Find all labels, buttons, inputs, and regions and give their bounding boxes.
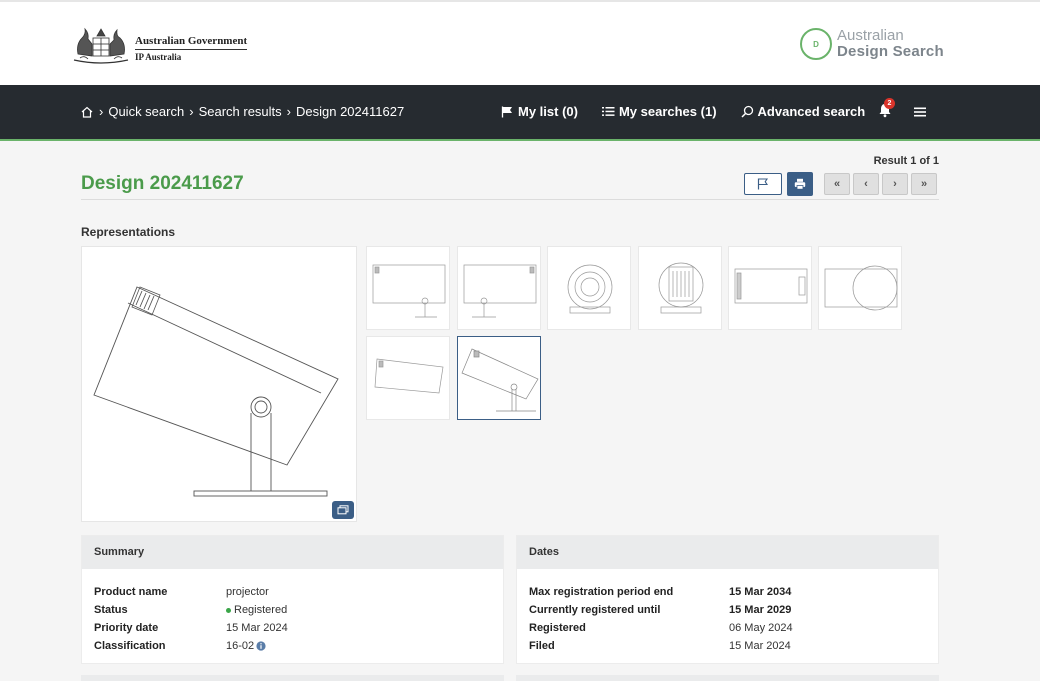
dates-row: Filed 15 Mar 2024 — [529, 637, 926, 655]
thumbnail-selected[interactable] — [457, 336, 541, 420]
flag-icon — [501, 106, 512, 117]
dates-key: Registered — [529, 622, 586, 634]
last-result-button[interactable]: » — [911, 173, 937, 195]
list-icon — [601, 107, 615, 116]
add-to-list-button[interactable] — [744, 173, 782, 195]
next-panel-right — [516, 675, 939, 681]
dates-panel: Dates Max registration period end 15 Mar… — [516, 535, 939, 664]
ads-logo-line2: Design Search — [837, 43, 944, 60]
gallery-icon — [337, 505, 349, 515]
dates-value: 06 May 2024 — [729, 622, 793, 634]
thumbnail[interactable] — [457, 246, 541, 330]
summary-panel: Summary Product name projector Status Re… — [81, 535, 504, 664]
my-list-label: My list (0) — [518, 104, 578, 119]
breadcrumb-separator: › — [286, 104, 291, 119]
title-divider — [81, 199, 939, 200]
thumbnail-image — [374, 358, 444, 394]
result-pager: « ‹ › » — [824, 173, 940, 195]
gov-line2: IP Australia — [135, 52, 182, 62]
main-representation-image[interactable] — [81, 246, 357, 522]
dates-row: Currently registered until 15 Mar 2029 — [529, 601, 926, 619]
summary-row: Classification 16-02 — [94, 637, 491, 655]
dates-key: Currently registered until — [529, 604, 661, 616]
printer-icon — [794, 178, 806, 190]
nav-bar: › Quick search › Search results › Design… — [0, 85, 1040, 141]
thumbnail-image — [734, 268, 808, 304]
hamburger-menu-icon[interactable] — [914, 106, 926, 118]
advanced-search-link[interactable]: Advanced search — [741, 104, 866, 119]
dates-value: 15 Mar 2029 — [729, 604, 792, 616]
coat-of-arms-icon — [73, 27, 129, 64]
gallery-view-button[interactable] — [332, 501, 354, 519]
projector-drawing — [93, 286, 339, 497]
breadcrumb-separator: › — [99, 104, 104, 119]
result-count: Result 1 of 1 — [873, 155, 939, 167]
dates-value: 15 Mar 2024 — [729, 640, 791, 652]
my-list-link[interactable]: My list (0) — [501, 104, 578, 119]
my-searches-label: My searches (1) — [618, 104, 717, 119]
government-wordmark[interactable]: Australian Government IP Australia — [135, 35, 248, 62]
dates-value: 15 Mar 2034 — [729, 586, 792, 598]
thumbnail-image — [824, 265, 898, 311]
summary-key: Product name — [94, 586, 168, 598]
notifications-button[interactable]: 2 — [878, 98, 895, 120]
summary-key: Classification — [94, 640, 166, 652]
nav-links: My list (0) My searches (1) Advanced sea… — [501, 104, 889, 119]
thumbnail[interactable] — [366, 336, 450, 420]
dates-key: Max registration period end — [529, 586, 674, 598]
first-result-button[interactable]: « — [824, 173, 850, 195]
thumbnail-image — [658, 262, 704, 314]
summary-value: 15 Mar 2024 — [226, 622, 288, 634]
thumbnail-image — [372, 264, 446, 318]
thumbnail-image — [463, 264, 537, 318]
summary-heading: Summary — [82, 536, 503, 569]
ads-logo[interactable]: D Australian Design Search — [800, 28, 944, 60]
my-searches-link[interactable]: My searches (1) — [601, 104, 717, 119]
ads-logo-line1: Australian — [837, 27, 904, 44]
breadcrumb-search-results[interactable]: Search results — [199, 104, 282, 119]
summary-key: Priority date — [94, 622, 159, 634]
dates-key: Filed — [529, 640, 555, 652]
summary-row: Product name projector — [94, 583, 491, 601]
previous-result-button[interactable]: ‹ — [853, 173, 879, 195]
dates-row: Max registration period end 15 Mar 2034 — [529, 583, 926, 601]
summary-row: Priority date 15 Mar 2024 — [94, 619, 491, 637]
thumbnail-image — [461, 348, 539, 412]
breadcrumb-current: Design 202411627 — [296, 104, 405, 119]
search-icon — [741, 105, 753, 118]
classification-value: 16-02 — [226, 640, 255, 652]
breadcrumb: › Quick search › Search results › Design… — [80, 104, 404, 119]
gov-line1: Australian Government — [135, 35, 248, 50]
breadcrumb-quick-search[interactable]: Quick search — [108, 104, 184, 119]
next-panel-left — [81, 675, 504, 681]
summary-value: projector — [226, 586, 269, 598]
thumbnail[interactable] — [366, 246, 450, 330]
thumbnail[interactable] — [638, 246, 722, 330]
flag-outline-icon — [757, 178, 769, 190]
breadcrumb-separator: › — [189, 104, 194, 119]
next-result-button[interactable]: › — [882, 173, 908, 195]
ads-logo-mark: D — [800, 28, 832, 60]
info-icon[interactable] — [256, 641, 266, 651]
thumbnail[interactable] — [547, 246, 631, 330]
representations-heading: Representations — [81, 225, 176, 239]
advanced-search-label: Advanced search — [757, 104, 866, 119]
status-dot-icon — [226, 607, 231, 613]
page-title: Design 202411627 — [81, 173, 244, 194]
notification-badge: 2 — [884, 98, 895, 109]
summary-key: Status — [94, 604, 128, 616]
home-icon[interactable] — [80, 105, 94, 119]
thumbnail[interactable] — [818, 246, 902, 330]
dates-row: Registered 06 May 2024 — [529, 619, 926, 637]
dates-heading: Dates — [517, 536, 938, 569]
thumbnail-image — [567, 264, 613, 314]
print-button[interactable] — [787, 172, 813, 196]
site-header: Australian Government IP Australia D Aus… — [0, 0, 1040, 85]
thumbnail[interactable] — [728, 246, 812, 330]
status-value: Registered — [234, 604, 288, 616]
summary-row: Status Registered — [94, 601, 491, 619]
